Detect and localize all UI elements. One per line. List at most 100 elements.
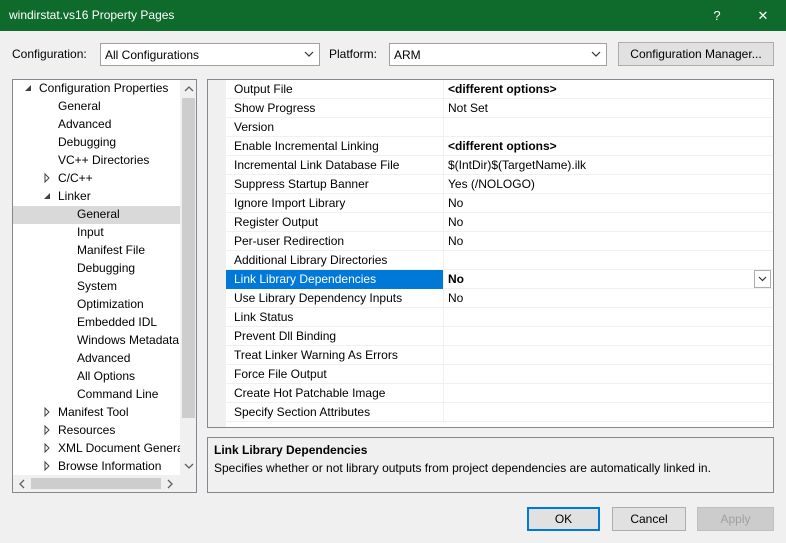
tree-item[interactable]: Debugging: [13, 260, 180, 278]
collapsed-arrow-icon[interactable]: [42, 173, 52, 183]
collapsed-arrow-icon[interactable]: [42, 407, 52, 417]
apply-button[interactable]: Apply: [697, 507, 774, 531]
close-button[interactable]: ✕: [740, 0, 786, 31]
property-name: Link Library Dependencies: [226, 270, 444, 289]
property-value[interactable]: [444, 118, 773, 137]
grid-row[interactable]: Link Library Dependencies No: [226, 270, 773, 289]
tree-item[interactable]: C/C++: [13, 170, 180, 188]
property-value[interactable]: Not Set: [444, 99, 773, 118]
property-value[interactable]: [444, 346, 773, 365]
grid-row[interactable]: Ignore Import Library No: [226, 194, 773, 213]
property-value[interactable]: [444, 308, 773, 327]
tree-item[interactable]: Embedded IDL: [13, 314, 180, 332]
property-value[interactable]: No: [444, 213, 773, 232]
title-bar: windirstat.vs16 Property Pages ? ✕: [0, 0, 786, 31]
tree-item[interactable]: General: [13, 98, 180, 116]
grid-row[interactable]: Specify Section Attributes: [226, 403, 773, 422]
grid-row[interactable]: Output File <different options>: [226, 80, 773, 99]
help-button[interactable]: ?: [694, 0, 740, 31]
grid-row[interactable]: Force File Output: [226, 365, 773, 384]
property-value[interactable]: No: [444, 270, 773, 289]
scroll-right-icon[interactable]: [165, 479, 175, 489]
property-name: Use Library Dependency Inputs: [226, 289, 444, 308]
grid-row[interactable]: Suppress Startup Banner Yes (/NOLOGO): [226, 175, 773, 194]
cancel-button[interactable]: Cancel: [612, 507, 686, 531]
scroll-up-icon[interactable]: [184, 84, 194, 94]
property-value[interactable]: <different options>: [444, 137, 773, 156]
property-tree[interactable]: Configuration Properties General Advanced D…: [12, 79, 197, 493]
collapsed-arrow-icon[interactable]: [42, 425, 52, 435]
grid-row[interactable]: Show Progress Not Set: [226, 99, 773, 118]
property-name: Specify Section Attributes: [226, 403, 444, 422]
tree-vertical-scrollbar[interactable]: [180, 80, 196, 475]
tree-item[interactable]: Optimization: [13, 296, 180, 314]
property-value[interactable]: [444, 403, 773, 422]
tree-item[interactable]: Linker: [13, 188, 180, 206]
grid-row[interactable]: Link Status: [226, 308, 773, 327]
tree-item-label: XML Document Genera: [58, 441, 180, 455]
ok-button[interactable]: OK: [527, 507, 600, 531]
tree-item-label: Input: [77, 225, 104, 239]
property-name: Link Status: [226, 308, 444, 327]
property-value[interactable]: [444, 251, 773, 270]
scroll-down-icon[interactable]: [184, 461, 194, 471]
property-name: Force File Output: [226, 365, 444, 384]
expanded-arrow-icon[interactable]: [23, 83, 33, 93]
property-grid[interactable]: Output File <different options> Show Progr…: [207, 79, 774, 428]
tree-item[interactable]: Command Line: [13, 386, 180, 404]
collapsed-arrow-icon[interactable]: [42, 443, 52, 453]
tree-item[interactable]: System: [13, 278, 180, 296]
tree-item[interactable]: General: [13, 206, 180, 224]
tree-item[interactable]: VC++ Directories: [13, 152, 180, 170]
configuration-dropdown[interactable]: All Configurations: [100, 43, 320, 66]
tree-item[interactable]: Windows Metadata: [13, 332, 180, 350]
property-value[interactable]: $(IntDir)$(TargetName).ilk: [444, 156, 773, 175]
tree-item-label: General: [77, 207, 120, 221]
tree-item-label: Browse Information: [58, 459, 162, 473]
tree-item[interactable]: Advanced: [13, 350, 180, 368]
tree-item[interactable]: Resources: [13, 422, 180, 440]
tree-item-label: Manifest Tool: [58, 405, 129, 419]
property-value[interactable]: [444, 365, 773, 384]
grid-row[interactable]: Prevent Dll Binding: [226, 327, 773, 346]
property-value[interactable]: [444, 384, 773, 403]
grid-row[interactable]: Enable Incremental Linking <different opt…: [226, 137, 773, 156]
grid-row[interactable]: Per-user Redirection No: [226, 232, 773, 251]
property-value[interactable]: No: [444, 194, 773, 213]
grid-row[interactable]: Incremental Link Database File $(IntDir)$…: [226, 156, 773, 175]
platform-dropdown[interactable]: ARM: [389, 43, 607, 66]
tree-item[interactable]: XML Document Genera: [13, 440, 180, 458]
tree-item[interactable]: Manifest Tool: [13, 404, 180, 422]
tree-item-label: Windows Metadata: [77, 333, 180, 347]
value-dropdown-button[interactable]: [754, 270, 771, 288]
tree-item[interactable]: Debugging: [13, 134, 180, 152]
tree-item[interactable]: Advanced: [13, 116, 180, 134]
expanded-arrow-icon[interactable]: [42, 191, 52, 201]
window-title: windirstat.vs16 Property Pages: [9, 8, 175, 22]
grid-row[interactable]: Create Hot Patchable Image: [226, 384, 773, 403]
tree-item-label: Advanced: [77, 351, 131, 365]
grid-row[interactable]: Version: [226, 118, 773, 137]
tree-item[interactable]: Browse Information: [13, 458, 180, 476]
tree-item[interactable]: Input: [13, 224, 180, 242]
property-value[interactable]: No: [444, 232, 773, 251]
grid-row[interactable]: Register Output No: [226, 213, 773, 232]
tree-item[interactable]: All Options: [13, 368, 180, 386]
grid-row[interactable]: Additional Library Directories: [226, 251, 773, 270]
tree-item[interactable]: Configuration Properties: [13, 80, 180, 98]
property-value[interactable]: Yes (/NOLOGO): [444, 175, 773, 194]
tree-item[interactable]: Manifest File: [13, 242, 180, 260]
collapsed-arrow-icon[interactable]: [42, 461, 52, 471]
configuration-manager-button[interactable]: Configuration Manager...: [618, 42, 774, 66]
grid-row[interactable]: Treat Linker Warning As Errors: [226, 346, 773, 365]
scroll-left-icon[interactable]: [17, 479, 27, 489]
chevron-down-icon: [591, 51, 601, 57]
property-value[interactable]: <different options>: [444, 80, 773, 99]
tree-vertical-thumb[interactable]: [182, 98, 195, 418]
grid-row[interactable]: Use Library Dependency Inputs No: [226, 289, 773, 308]
property-value[interactable]: [444, 327, 773, 346]
tree-horizontal-thumb[interactable]: [31, 478, 161, 489]
tree-horizontal-scrollbar[interactable]: [13, 475, 196, 492]
tree-item-label: General: [58, 99, 101, 113]
property-value[interactable]: No: [444, 289, 773, 308]
